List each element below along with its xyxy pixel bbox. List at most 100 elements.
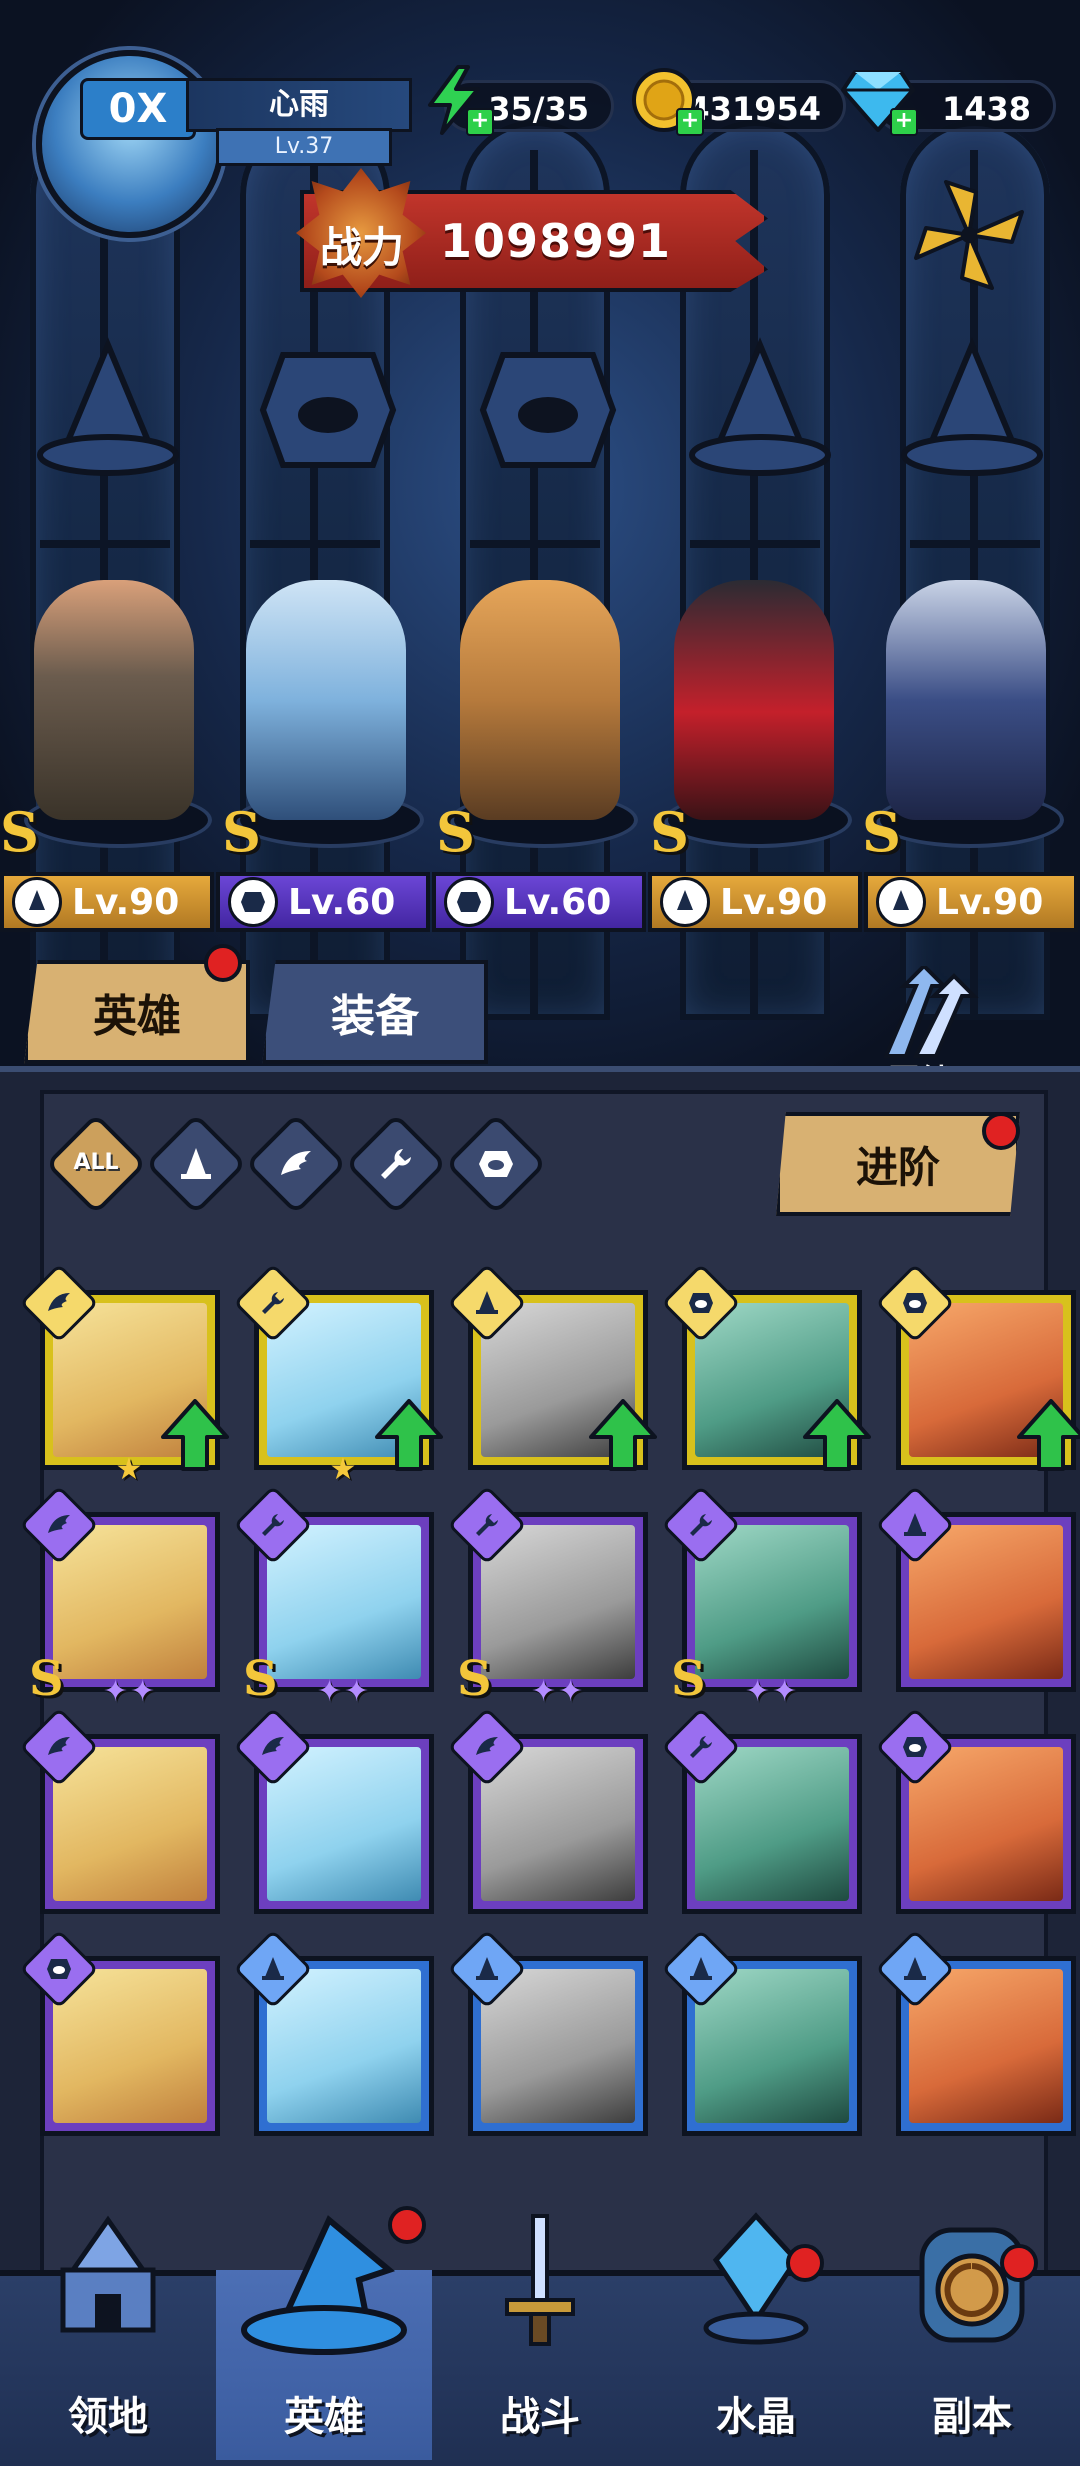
nav-territory[interactable]: 领地	[0, 2215, 216, 2460]
hero-level: Lv.90	[72, 881, 180, 923]
hero-card[interactable]: ★	[233, 1263, 443, 1487]
hero-figure-warrior	[34, 580, 194, 820]
hero-level-plate: Lv.90	[0, 872, 214, 932]
notification-dot	[786, 2244, 824, 2282]
hero-card[interactable]: ★	[19, 1263, 229, 1487]
nav-label: 英雄	[284, 2394, 364, 2440]
hero-figure-beast	[460, 580, 620, 820]
hero-card[interactable]	[19, 1929, 220, 2136]
hero-card[interactable]	[661, 1263, 871, 1471]
rank-badge: S	[650, 800, 689, 864]
star-rating: ✦✦	[530, 1674, 586, 1709]
pinwheel-gear-icon	[914, 180, 1024, 290]
stamina-add-button[interactable]: +	[416, 62, 494, 138]
lineup-slot-4[interactable]: S	[650, 560, 854, 864]
gem-value: 1438	[941, 90, 1031, 128]
star-rating: ★	[115, 1452, 145, 1487]
hero-portrait	[53, 1525, 207, 1679]
demon-face-icon	[468, 330, 628, 490]
star-rating: ✦✦	[316, 1674, 372, 1709]
hero-portrait	[267, 1969, 421, 2123]
star-rating: ✦✦	[102, 1674, 158, 1709]
hero-card[interactable]	[875, 1929, 1076, 2136]
rank-badge: S	[862, 800, 901, 864]
upgrade-arrow-icon	[1017, 1399, 1080, 1471]
hero-portrait	[909, 1747, 1063, 1901]
stamina-value: 35/35	[488, 90, 589, 128]
hero-card[interactable]: S ✦✦	[233, 1485, 434, 1709]
nav-dungeon[interactable]: 副本	[864, 2227, 1080, 2460]
hero-portrait	[909, 1969, 1063, 2123]
hero-card[interactable]	[875, 1707, 1076, 1914]
gem-add-button[interactable]: +	[840, 62, 918, 138]
gold-add-button[interactable]: +	[626, 62, 704, 138]
hero-card[interactable]	[19, 1707, 220, 1914]
hero-card[interactable]	[661, 1929, 862, 2136]
hero-portrait	[481, 1747, 635, 1901]
hero-portrait	[909, 1525, 1063, 1679]
hero-card[interactable]	[661, 1707, 862, 1914]
hero-level: Lv.90	[936, 881, 1044, 923]
power-value: 1098991	[440, 214, 672, 268]
hero-level: Lv.90	[720, 881, 828, 923]
hero-portrait	[267, 1525, 421, 1679]
hero-card[interactable]	[233, 1707, 434, 1914]
hero-portrait	[695, 1747, 849, 1901]
hero-figure-ninja	[674, 580, 834, 820]
wizard-hat-icon	[876, 877, 926, 927]
demon-face-icon	[228, 877, 278, 927]
nav-battle[interactable]: 战斗	[432, 2214, 648, 2460]
wrench-icon	[381, 1149, 411, 1179]
rank-badge: S	[0, 800, 39, 864]
hero-portrait	[695, 1969, 849, 2123]
wizard-hat-icon	[892, 330, 1052, 490]
bond-arrows-icon	[882, 963, 979, 1058]
upgrade-arrow-icon	[589, 1399, 657, 1471]
hero-card[interactable]: S ✦✦	[19, 1485, 220, 1709]
lineup-slot-5[interactable]: S	[862, 560, 1066, 864]
hero-portrait	[481, 1969, 635, 2123]
hero-card[interactable]: S ✦✦	[447, 1485, 648, 1709]
gold-value: 431954	[687, 90, 821, 128]
plus-icon: +	[890, 108, 918, 136]
hero-level-plate: Lv.60	[216, 872, 430, 932]
tab-equipment[interactable]: 装备	[262, 960, 488, 1064]
hero-portrait	[53, 1747, 207, 1901]
hero-card[interactable]: S ✦✦	[661, 1485, 862, 1709]
hero-portrait	[695, 1525, 849, 1679]
hero-card[interactable]	[447, 1707, 648, 1914]
wizard-hat-icon	[680, 330, 840, 490]
castle-icon	[60, 2215, 156, 2333]
player-name: 心雨	[186, 78, 412, 132]
wizard-hat-icon	[12, 877, 62, 927]
hat-icon	[181, 1148, 211, 1179]
hero-portrait	[53, 1969, 207, 2123]
nav-label: 领地	[68, 2394, 148, 2440]
notification-dot	[982, 1112, 1020, 1150]
hero-card[interactable]	[875, 1263, 1080, 1471]
wizard-hat-icon	[28, 330, 188, 490]
player-level: Lv.37	[216, 128, 392, 166]
lineup-slot-2[interactable]: S	[222, 560, 426, 864]
rank-badge: S	[436, 800, 475, 864]
hero-card[interactable]	[875, 1485, 1076, 1692]
demon-face-icon	[444, 877, 494, 927]
hero-card[interactable]	[447, 1929, 648, 2136]
nav-crystal[interactable]: 水晶	[648, 2212, 864, 2460]
avatar-badge: 0X	[80, 78, 196, 140]
nav-heroes[interactable]: 英雄	[216, 2215, 432, 2460]
demon-face-icon	[248, 330, 408, 490]
power-label: 战力	[319, 223, 404, 272]
plus-icon: +	[676, 108, 704, 136]
settings-button[interactable]	[906, 172, 1032, 298]
hero-level-plate: Lv.90	[648, 872, 862, 932]
hero-figure-magician	[886, 580, 1046, 820]
hero-level: Lv.60	[288, 881, 396, 923]
lineup-slot-1[interactable]: S	[0, 560, 214, 864]
hero-card[interactable]	[447, 1263, 657, 1471]
rank-badge: S	[222, 800, 261, 864]
upgrade-arrow-icon	[803, 1399, 871, 1471]
hero-card[interactable]	[233, 1929, 434, 2136]
wizard-hat-icon	[660, 877, 710, 927]
lineup-slot-3[interactable]: S	[436, 560, 640, 864]
